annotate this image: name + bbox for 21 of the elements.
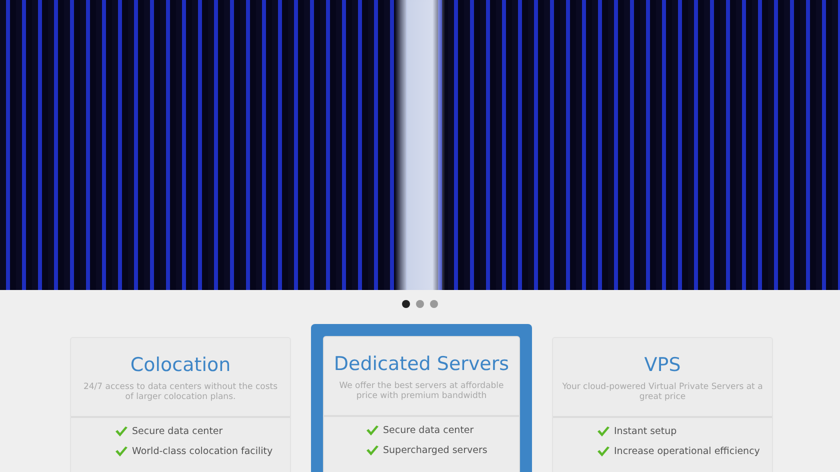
plan-title: Dedicated Servers xyxy=(332,352,510,377)
checkmark-icon xyxy=(366,424,379,436)
feature-text: Instant setup xyxy=(614,426,677,436)
checkmark-icon xyxy=(597,446,610,456)
feature-text: Increase operational efficiency xyxy=(614,446,760,456)
plan-title: VPS xyxy=(643,353,682,378)
carousel-dot[interactable] xyxy=(416,300,424,308)
checkmark-icon xyxy=(115,446,128,456)
carousel-dot[interactable] xyxy=(430,300,438,308)
feature-text: Secure data center xyxy=(132,426,223,436)
carousel-dot[interactable] xyxy=(402,300,410,308)
checkmark-icon xyxy=(115,426,128,436)
feature-text: Secure data center xyxy=(383,424,474,436)
feature-text: Supercharged servers xyxy=(383,444,488,456)
plan-description: Your cloud-powered Virtual Private Servers at a great price xyxy=(561,382,764,402)
plan-description: We offer the best servers at affordable price with premium bandwidth xyxy=(338,381,505,401)
feature-text: World-class colocation facility xyxy=(132,446,273,456)
checkmark-icon xyxy=(366,444,379,456)
checkmark-icon xyxy=(597,426,610,436)
plan-title: Colocation xyxy=(129,353,232,378)
plan-description: 24/7 access to data centers without the costs of larger colocation plans. xyxy=(82,382,279,402)
